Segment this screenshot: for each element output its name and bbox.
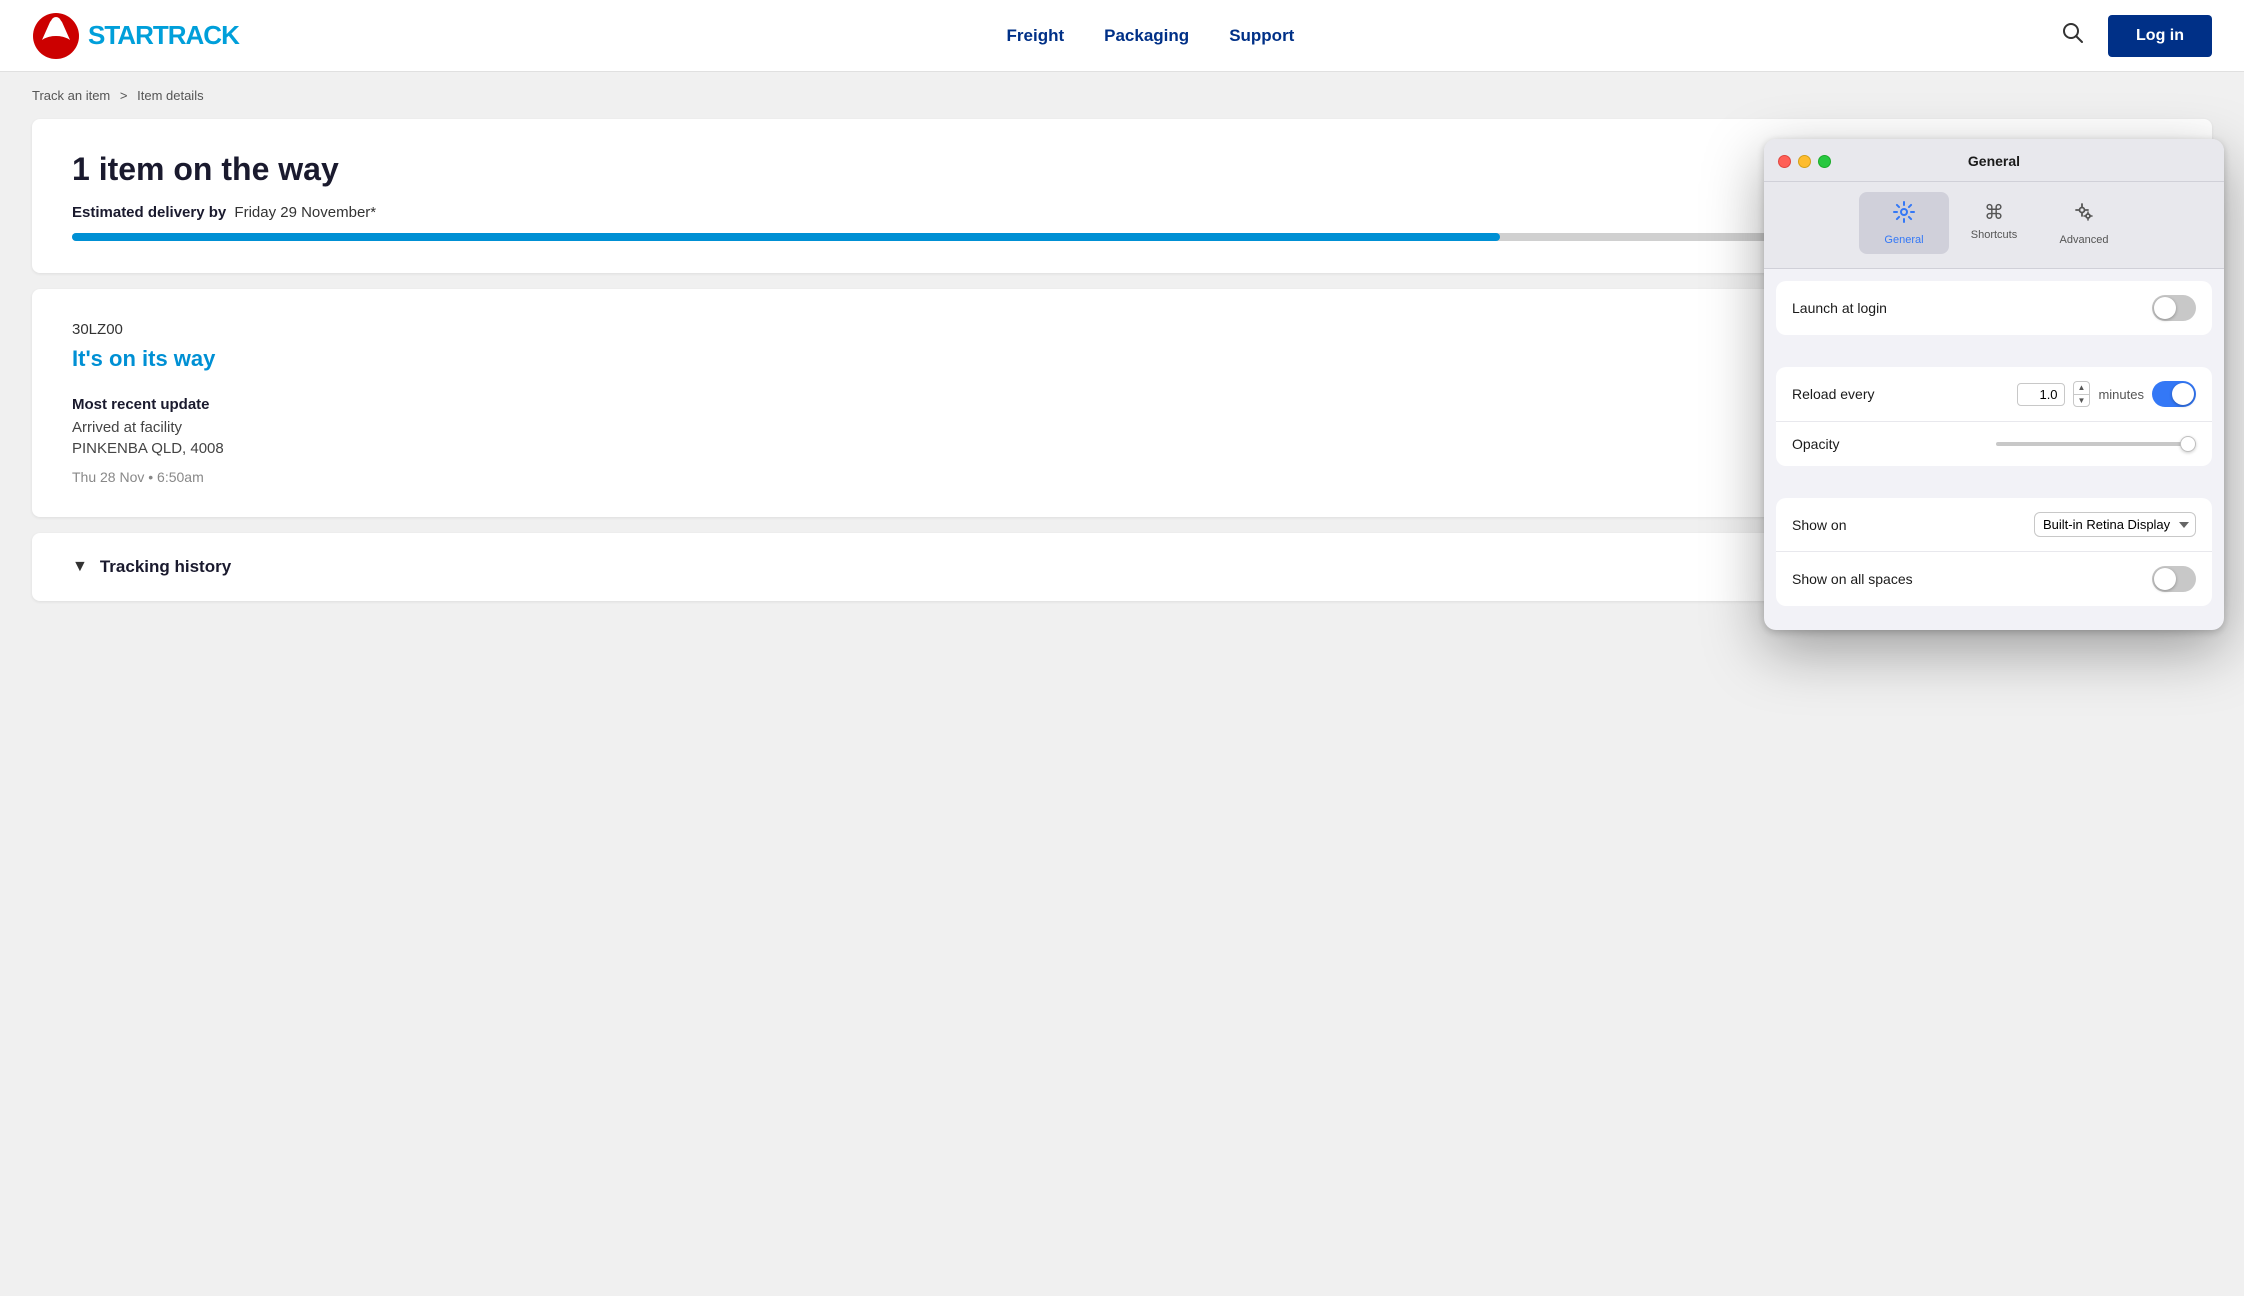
logo-star: STARTRACK [88, 20, 239, 50]
nav-support[interactable]: Support [1229, 26, 1294, 46]
launch-at-login-row: Launch at login [1776, 281, 2212, 335]
minutes-label: minutes [2098, 387, 2144, 402]
nav-freight[interactable]: Freight [1007, 26, 1065, 46]
nav-packaging[interactable]: Packaging [1104, 26, 1189, 46]
main-nav: Freight Packaging Support [1007, 26, 1295, 46]
show-all-spaces-toggle[interactable] [2152, 566, 2196, 592]
shortcuts-tab-icon: ⌘ [1984, 200, 2004, 225]
reload-every-row: Reload every ▲ ▼ minutes [1776, 367, 2212, 422]
minimize-button[interactable] [1798, 155, 1811, 168]
tab-shortcuts-label: Shortcuts [1971, 229, 2017, 241]
main-content: 1 item on the way Estimated delivery by … [0, 119, 2244, 641]
show-on-label: Show on [1792, 517, 2034, 533]
login-button[interactable]: Log in [2108, 15, 2212, 57]
show-on-row: Show on Built-in Retina Display All Disp… [1776, 498, 2212, 552]
prefs-tabs: General ⌘ Shortcuts Advanced [1764, 182, 2224, 269]
logo: STARTRACK [32, 12, 239, 60]
show-on-select[interactable]: Built-in Retina Display All Displays Mai… [2034, 512, 2196, 537]
history-chevron-icon: ▼ [72, 558, 88, 576]
advanced-tab-icon [2072, 200, 2096, 230]
opacity-row: Opacity [1776, 422, 2212, 466]
reload-every-control: ▲ ▼ minutes [2017, 381, 2196, 407]
prefs-section-3: Show on Built-in Retina Display All Disp… [1776, 498, 2212, 606]
close-button[interactable] [1778, 155, 1791, 168]
traffic-lights [1778, 155, 1831, 168]
stepper-up[interactable]: ▲ [2074, 382, 2090, 395]
show-all-spaces-label: Show on all spaces [1792, 571, 2152, 587]
header-right: Log in [2062, 15, 2212, 57]
show-all-spaces-control [2152, 566, 2196, 592]
breadcrumb-current: Item details [137, 88, 203, 103]
launch-at-login-toggle[interactable] [2152, 295, 2196, 321]
show-all-spaces-row: Show on all spaces [1776, 552, 2212, 606]
prefs-section-1: Launch at login [1776, 281, 2212, 335]
logo-icon [32, 12, 80, 60]
opacity-label: Opacity [1792, 436, 1996, 452]
maximize-button[interactable] [1818, 155, 1831, 168]
reload-toggle[interactable] [2152, 381, 2196, 407]
breadcrumb: Track an item > Item details [0, 72, 2244, 119]
general-tab-icon [1892, 200, 1916, 230]
prefs-titlebar: General [1764, 139, 2224, 182]
reload-stepper: ▲ ▼ [2073, 381, 2091, 407]
preferences-window: General General ⌘ Shortcuts [1764, 139, 2224, 630]
prefs-title: General [1968, 153, 2020, 169]
search-icon [2062, 22, 2084, 44]
tab-advanced-label: Advanced [2060, 234, 2109, 246]
search-button[interactable] [2062, 22, 2084, 50]
tab-general[interactable]: General [1859, 192, 1949, 254]
reload-every-label: Reload every [1792, 386, 2017, 402]
show-on-control: Built-in Retina Display All Displays Mai… [2034, 512, 2196, 537]
header: STARTRACK Freight Packaging Support Log … [0, 0, 2244, 72]
history-title: Tracking history [100, 557, 231, 577]
reload-value-input[interactable] [2017, 383, 2065, 406]
progress-bar-fill [72, 233, 1500, 241]
logo-text: STARTRACK [88, 20, 239, 51]
tab-general-label: General [1884, 234, 1923, 246]
tab-advanced[interactable]: Advanced [2039, 192, 2129, 254]
tab-shortcuts[interactable]: ⌘ Shortcuts [1949, 192, 2039, 254]
stepper-down[interactable]: ▼ [2074, 395, 2090, 407]
prefs-section-2: Reload every ▲ ▼ minutes Opacity [1776, 367, 2212, 466]
breadcrumb-separator: > [120, 88, 128, 103]
launch-at-login-label: Launch at login [1792, 300, 2152, 316]
opacity-control [1996, 442, 2196, 446]
opacity-slider[interactable] [1996, 442, 2196, 446]
breadcrumb-track[interactable]: Track an item [32, 88, 110, 103]
launch-at-login-control [2152, 295, 2196, 321]
